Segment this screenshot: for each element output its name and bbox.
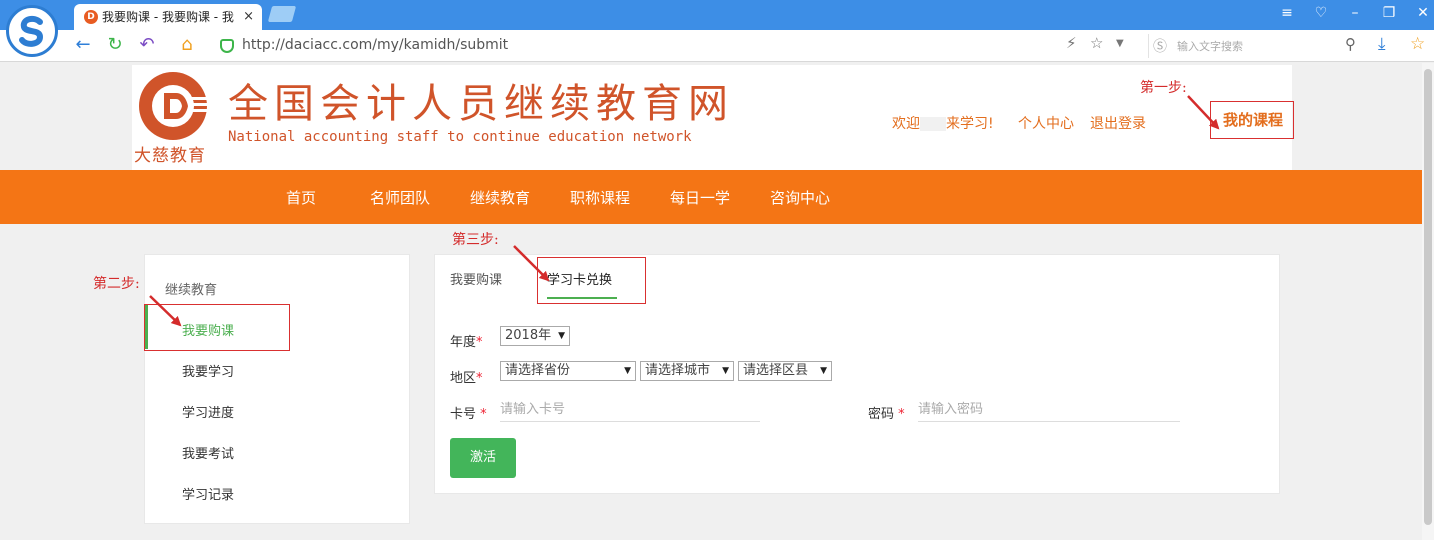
sidebar-item-exam[interactable]: 我要考试 xyxy=(182,443,234,462)
search-placeholder: 输入文字搜索 xyxy=(1177,40,1243,53)
chevron-down-icon: ▼ xyxy=(558,331,565,341)
card-number-input[interactable]: 请输入卡号 xyxy=(500,398,760,422)
region-label: 地区* xyxy=(450,367,483,386)
year-label: 年度* xyxy=(450,331,483,350)
sidebar-item-records[interactable]: 学习记录 xyxy=(182,484,234,503)
site-header: 大慈教育 全国会计人员继续教育网 National accounting sta… xyxy=(132,65,1292,170)
nav-item-home[interactable]: 首页 xyxy=(286,187,316,208)
password-label-text: 密码 xyxy=(868,407,895,422)
card-label-text: 卡号 xyxy=(450,407,477,422)
logo-subtitle: 大慈教育 xyxy=(134,146,206,166)
step2-highlight-box xyxy=(144,304,290,351)
province-select-value: 请选择省份 xyxy=(505,363,571,378)
undo-icon[interactable]: ↶ xyxy=(136,35,158,55)
page-scrollbar[interactable] xyxy=(1422,63,1434,540)
sidebar-title: 继续教育 xyxy=(165,283,218,298)
menu-icon[interactable]: ≡ xyxy=(1277,5,1297,21)
step1-annotation: 第一步: xyxy=(1140,80,1187,96)
required-mark: * xyxy=(476,371,483,386)
shield-icon xyxy=(220,39,234,53)
my-course-link[interactable]: 我的课程 xyxy=(1210,101,1294,139)
tab-title: 我要购课 - 我要购课 - 我 xyxy=(102,10,234,24)
main-navigation: 首页 名师团队 继续教育 职称课程 每日一学 咨询中心 xyxy=(0,170,1422,224)
search-engine-icon: Ⓢ xyxy=(1153,39,1167,55)
search-input[interactable]: Ⓢ 输入文字搜索 ⚲ xyxy=(1148,34,1366,58)
city-select[interactable]: 请选择城市 ▼ xyxy=(640,361,734,381)
site-title: 全国会计人员继续教育网 xyxy=(228,81,734,127)
welcome-prefix: 欢迎 xyxy=(892,116,920,132)
province-select[interactable]: 请选择省份 ▼ xyxy=(500,361,636,381)
sidebar-item-study[interactable]: 我要学习 xyxy=(182,361,234,380)
city-select-value: 请选择城市 xyxy=(645,363,711,378)
browser-tab-bar: D 我要购课 - 我要购课 - 我 × ≡ ♡ – ❐ ✕ xyxy=(0,0,1434,30)
chevron-down-icon: ▼ xyxy=(722,366,729,376)
sidebar: 继续教育 我要购课 我要学习 学习进度 我要考试 学习记录 xyxy=(144,254,410,524)
chevron-down-icon: ▼ xyxy=(820,366,827,376)
required-mark: * xyxy=(480,407,487,422)
lightning-icon[interactable]: ⚡ xyxy=(1066,34,1077,52)
tab-buy-course[interactable]: 我要购课 xyxy=(450,269,502,288)
year-select-value: 2018年 xyxy=(505,328,552,343)
browser-tab[interactable]: D 我要购课 - 我要购课 - 我 × xyxy=(74,4,262,30)
logout-link[interactable]: 退出登录 xyxy=(1090,113,1146,133)
download-icon[interactable]: ⤓ xyxy=(1378,34,1386,54)
region-label-text: 地区 xyxy=(450,371,477,386)
password-input[interactable]: 请输入密码 xyxy=(918,398,1180,422)
star-icon[interactable]: ☆ xyxy=(1090,34,1103,52)
refresh-icon[interactable]: ↻ xyxy=(104,35,126,55)
back-icon[interactable]: ← xyxy=(72,35,94,55)
site-subtitle: National accounting staff to continue ed… xyxy=(228,129,692,145)
address-bar: ← ↻ ↶ ⌂ http://daciacc.com/my/kamidh/sub… xyxy=(0,30,1434,62)
minimize-icon[interactable]: – xyxy=(1345,5,1365,21)
welcome-suffix: 来学习! xyxy=(946,116,994,132)
site-logo[interactable] xyxy=(136,69,210,143)
tab-close-icon[interactable]: × xyxy=(243,4,254,30)
close-window-icon[interactable]: ✕ xyxy=(1413,5,1433,21)
step2-annotation: 第二步: xyxy=(93,276,140,292)
year-label-text: 年度 xyxy=(450,335,477,350)
home-icon[interactable]: ⌂ xyxy=(176,35,198,55)
activate-button[interactable]: 激活 xyxy=(450,438,516,478)
district-select-value: 请选择区县 xyxy=(743,363,809,378)
url-text: http://daciacc.com/my/kamidh/submit xyxy=(242,37,509,53)
year-select[interactable]: 2018年 ▼ xyxy=(500,326,570,346)
new-tab-button[interactable] xyxy=(267,6,297,22)
nav-item-title-courses[interactable]: 职称课程 xyxy=(570,187,630,208)
favorites-icon[interactable]: ☆ xyxy=(1410,34,1425,54)
nav-item-teachers[interactable]: 名师团队 xyxy=(370,187,430,208)
url-field[interactable]: http://daciacc.com/my/kamidh/submit xyxy=(214,33,1140,59)
username-blur xyxy=(920,117,946,131)
required-mark: * xyxy=(898,407,905,422)
restore-icon[interactable]: ❐ xyxy=(1379,5,1399,21)
welcome-text: 欢迎 来学习! xyxy=(892,113,994,133)
chevron-down-icon: ▼ xyxy=(624,366,631,376)
password-label: 密码 * xyxy=(868,403,905,422)
search-icon[interactable]: ⚲ xyxy=(1345,35,1356,53)
nav-item-consulting[interactable]: 咨询中心 xyxy=(770,187,830,208)
required-mark: * xyxy=(476,335,483,350)
dropdown-icon[interactable]: ▼ xyxy=(1116,38,1124,49)
nav-item-continuing-education[interactable]: 继续教育 xyxy=(470,187,530,208)
sidebar-item-progress[interactable]: 学习进度 xyxy=(182,402,234,421)
step3-annotation: 第三步: xyxy=(452,232,499,248)
favicon-icon: D xyxy=(84,10,98,24)
step3-highlight-box xyxy=(537,257,646,304)
personal-center-link[interactable]: 个人中心 xyxy=(1018,113,1074,133)
district-select[interactable]: 请选择区县 ▼ xyxy=(738,361,832,381)
skin-icon[interactable]: ♡ xyxy=(1311,5,1331,21)
browser-logo-icon[interactable] xyxy=(6,5,58,57)
nav-item-daily-study[interactable]: 每日一学 xyxy=(670,187,730,208)
card-number-label: 卡号 * xyxy=(450,403,487,422)
scrollbar-thumb[interactable] xyxy=(1424,69,1432,525)
